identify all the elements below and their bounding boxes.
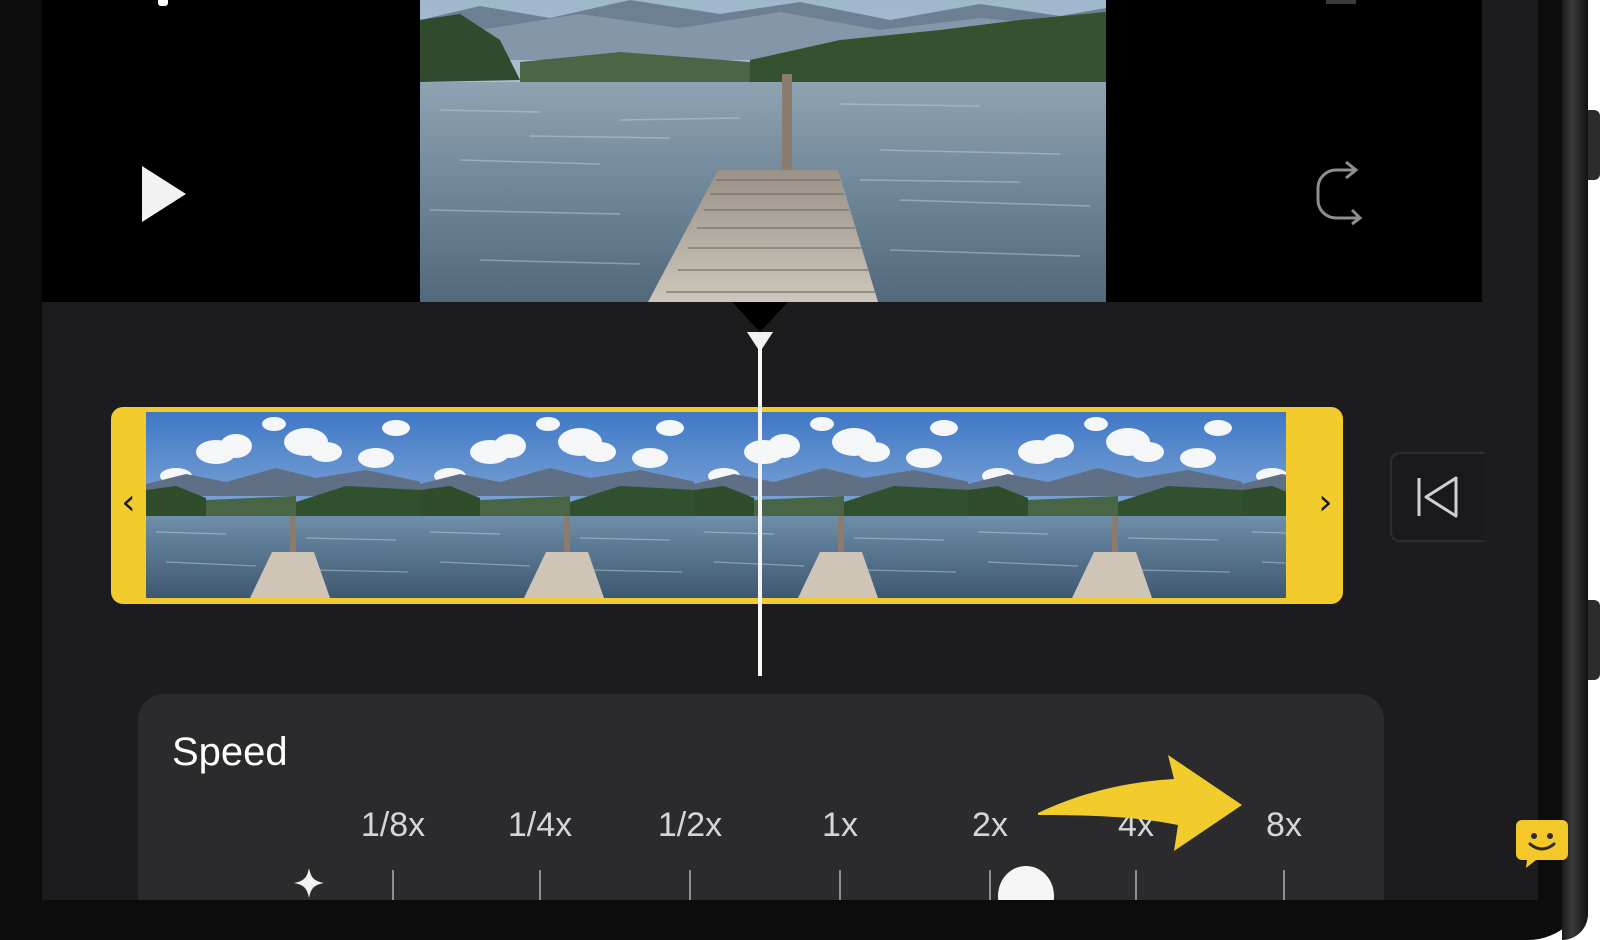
volume-down-button	[1588, 600, 1600, 680]
chevron-left-icon: ‹	[121, 482, 136, 523]
speed-title: Speed	[172, 730, 288, 774]
play-button[interactable]	[140, 162, 190, 226]
speed-slider-knob[interactable]	[998, 866, 1054, 900]
rotate-button[interactable]	[1314, 160, 1370, 226]
speed-tick	[392, 870, 394, 900]
speed-option-label[interactable]: 1x	[780, 806, 900, 845]
trim-handle-left[interactable]: ‹	[111, 407, 146, 604]
top-left-icon	[158, 0, 168, 6]
lake-pier-image	[420, 0, 1106, 302]
clip-thumbnails	[146, 412, 1286, 598]
volume-up-button	[1588, 110, 1600, 180]
speed-option-label[interactable]: 1/2x	[630, 806, 750, 845]
speed-tick	[839, 870, 841, 900]
phone-frame: ‹ › Speed 1/8x 1/4x 1/2x 1x 2x 4x 8x	[0, 0, 1600, 940]
video-viewer	[42, 0, 1482, 302]
chevron-right-icon: ›	[1318, 482, 1333, 523]
video-preview[interactable]	[420, 0, 1106, 302]
rotate-icon	[1316, 160, 1363, 226]
arrow-right-icon	[1038, 755, 1242, 851]
speed-tick	[539, 870, 541, 900]
trim-handle-right[interactable]: ›	[1308, 407, 1343, 604]
speed-option-label[interactable]: 1/4x	[480, 806, 600, 845]
speed-option-label[interactable]: 1/8x	[333, 806, 453, 845]
speed-tick	[1135, 870, 1137, 900]
phone-edge	[1562, 0, 1588, 940]
playhead-line[interactable]	[758, 340, 762, 676]
clip-thumbnail-strip	[146, 412, 1286, 598]
speed-tick	[1283, 870, 1285, 900]
sparkle-icon	[292, 866, 326, 900]
playhead-notch	[732, 302, 788, 332]
app-screen: ‹ › Speed 1/8x 1/4x 1/2x 1x 2x 4x 8x	[42, 0, 1538, 900]
chat-widget-button[interactable]	[1514, 818, 1570, 870]
top-right-icon	[1326, 0, 1356, 4]
video-clip[interactable]: ‹ ›	[111, 407, 1343, 604]
skip-to-start-icon	[1417, 476, 1458, 518]
skip-to-start-button[interactable]	[1390, 452, 1484, 542]
speed-tick	[689, 870, 691, 900]
play-icon	[142, 166, 186, 222]
chat-smile-icon	[1516, 820, 1568, 868]
speed-tick	[989, 870, 991, 900]
speed-option-label[interactable]: 2x	[930, 806, 1050, 845]
